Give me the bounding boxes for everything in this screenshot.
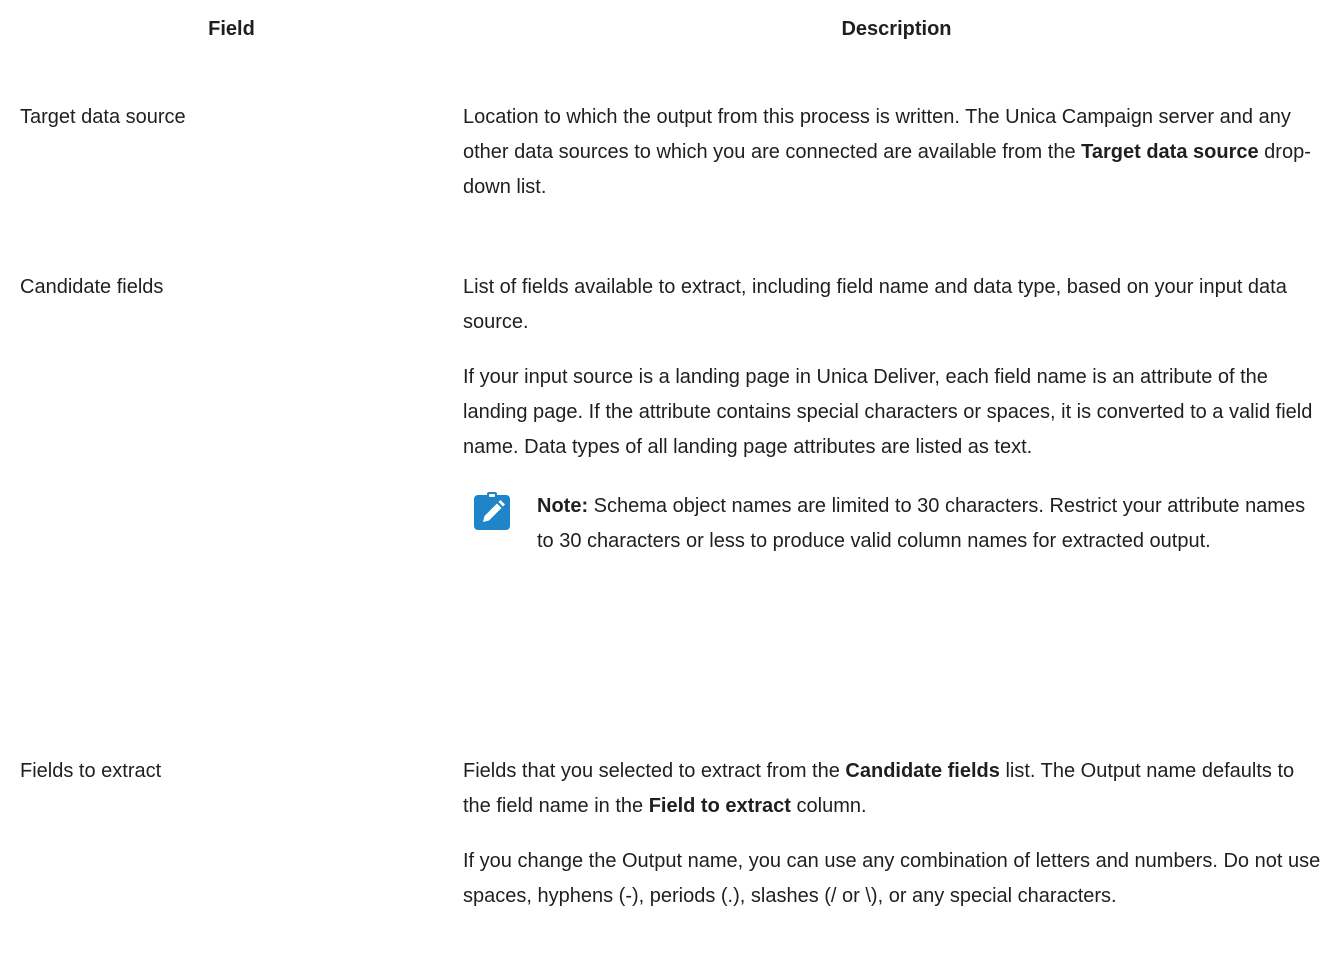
note-label: Note: bbox=[537, 495, 589, 517]
ui-term: Field to extract bbox=[648, 795, 791, 817]
note-box: Note: Schema object names are limited to… bbox=[463, 489, 1323, 559]
table-header-row: Field Description bbox=[0, 12, 1330, 48]
description-text: column. bbox=[790, 795, 867, 817]
description-paragraph: If your input source is a landing page i… bbox=[463, 366, 1313, 458]
field-description: Fields that you selected to extract from… bbox=[463, 754, 1323, 934]
field-name: Fields to extract bbox=[20, 760, 162, 782]
description-text: Fields that you selected to extract from… bbox=[463, 760, 846, 782]
field-name: Candidate fields bbox=[20, 276, 164, 298]
header-field: Field bbox=[208, 18, 255, 40]
description-paragraph: Location to which the output from this p… bbox=[463, 100, 1323, 205]
field-name: Target data source bbox=[20, 106, 186, 128]
description-paragraph: Fields that you selected to extract from… bbox=[463, 754, 1323, 824]
pencil-icon bbox=[473, 491, 511, 531]
description-paragraph: If you change the Output name, you can u… bbox=[463, 850, 1321, 907]
note-text: Schema object names are limited to 30 ch… bbox=[537, 495, 1306, 552]
header-description: Description bbox=[841, 18, 952, 40]
description-paragraph: List of fields available to extract, inc… bbox=[463, 276, 1287, 333]
field-description: List of fields available to extract, inc… bbox=[463, 270, 1323, 559]
field-description: Location to which the output from this p… bbox=[463, 100, 1323, 225]
ui-term: Candidate fields bbox=[845, 760, 1000, 782]
ui-term: Target data source bbox=[1081, 141, 1259, 163]
